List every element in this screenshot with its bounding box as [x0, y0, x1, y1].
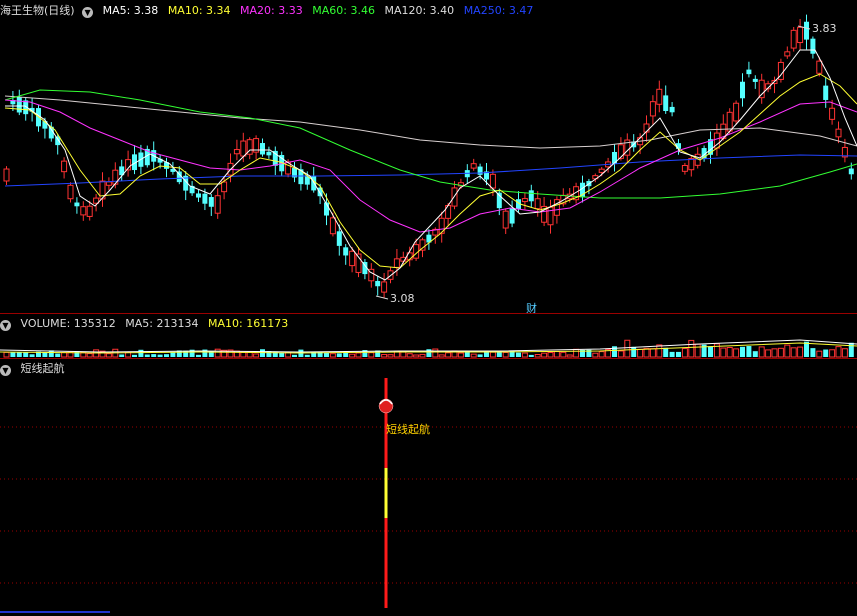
indicator-panel[interactable] — [0, 0, 857, 616]
signal-ball-icon[interactable] — [378, 398, 394, 414]
signal-label: 短线起航 — [386, 423, 430, 436]
